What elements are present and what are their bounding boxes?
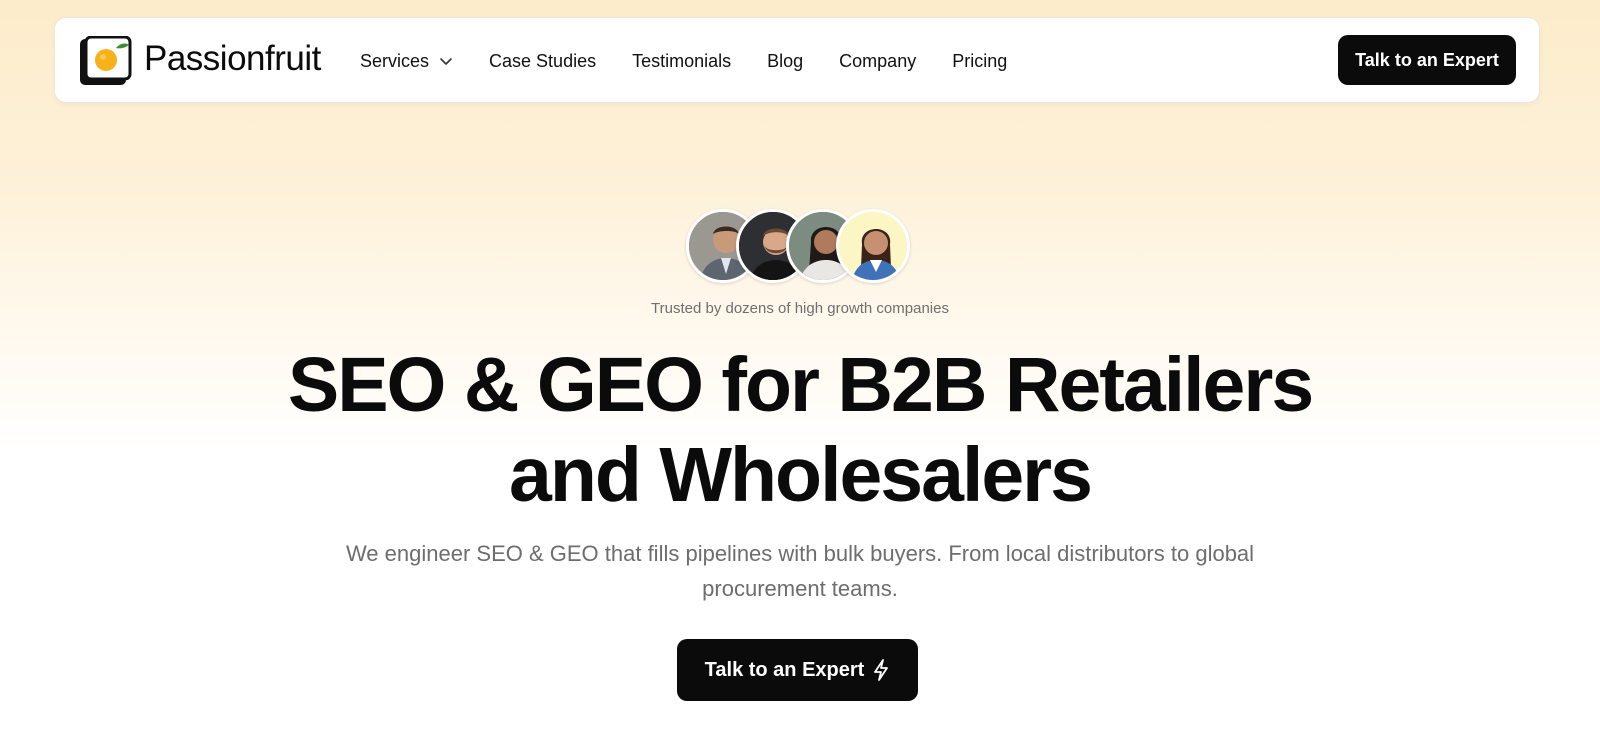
brand-name[interactable]: Passionfruit: [144, 37, 321, 81]
avatar-group: [686, 209, 916, 283]
passionfruit-logo-icon[interactable]: [79, 35, 134, 88]
hero-headline-line-2: and Wholesalers: [509, 432, 1093, 518]
chevron-down-icon: [440, 58, 452, 65]
nav-item-pricing[interactable]: Pricing: [952, 51, 1007, 72]
hero-cta-label: Talk to an Expert: [704, 658, 865, 681]
hero-subtitle: We engineer SEO & GEO that fills pipelin…: [345, 541, 1255, 601]
nav-item-blog[interactable]: Blog: [767, 51, 803, 72]
hero-headline: SEO & GEO for B2B Retailers and Wholesal…: [0, 340, 1600, 520]
talk-to-expert-hero-button[interactable]: Talk to an Expert: [677, 639, 918, 701]
nav-item-company[interactable]: Company: [839, 51, 916, 72]
nav-item-case-studies[interactable]: Case Studies: [489, 51, 596, 72]
talk-to-expert-nav-button[interactable]: Talk to an Expert: [1338, 35, 1516, 85]
nav-item-testimonials[interactable]: Testimonials: [632, 51, 731, 72]
trusted-by-text: Trusted by dozens of high growth compani…: [651, 300, 949, 317]
avatar-woman-smiling-icon: [836, 209, 910, 283]
top-navbar: Passionfruit Services Case Studies Testi…: [54, 17, 1540, 103]
nav-item-label: Services: [360, 50, 430, 71]
nav-item-services[interactable]: Services: [360, 51, 453, 72]
lightning-bolt-icon: [874, 659, 889, 681]
main-nav-links: Services Case Studies Testimonials Blog …: [360, 18, 1043, 104]
hero-headline-line-1: SEO & GEO for B2B Retailers: [287, 342, 1314, 428]
